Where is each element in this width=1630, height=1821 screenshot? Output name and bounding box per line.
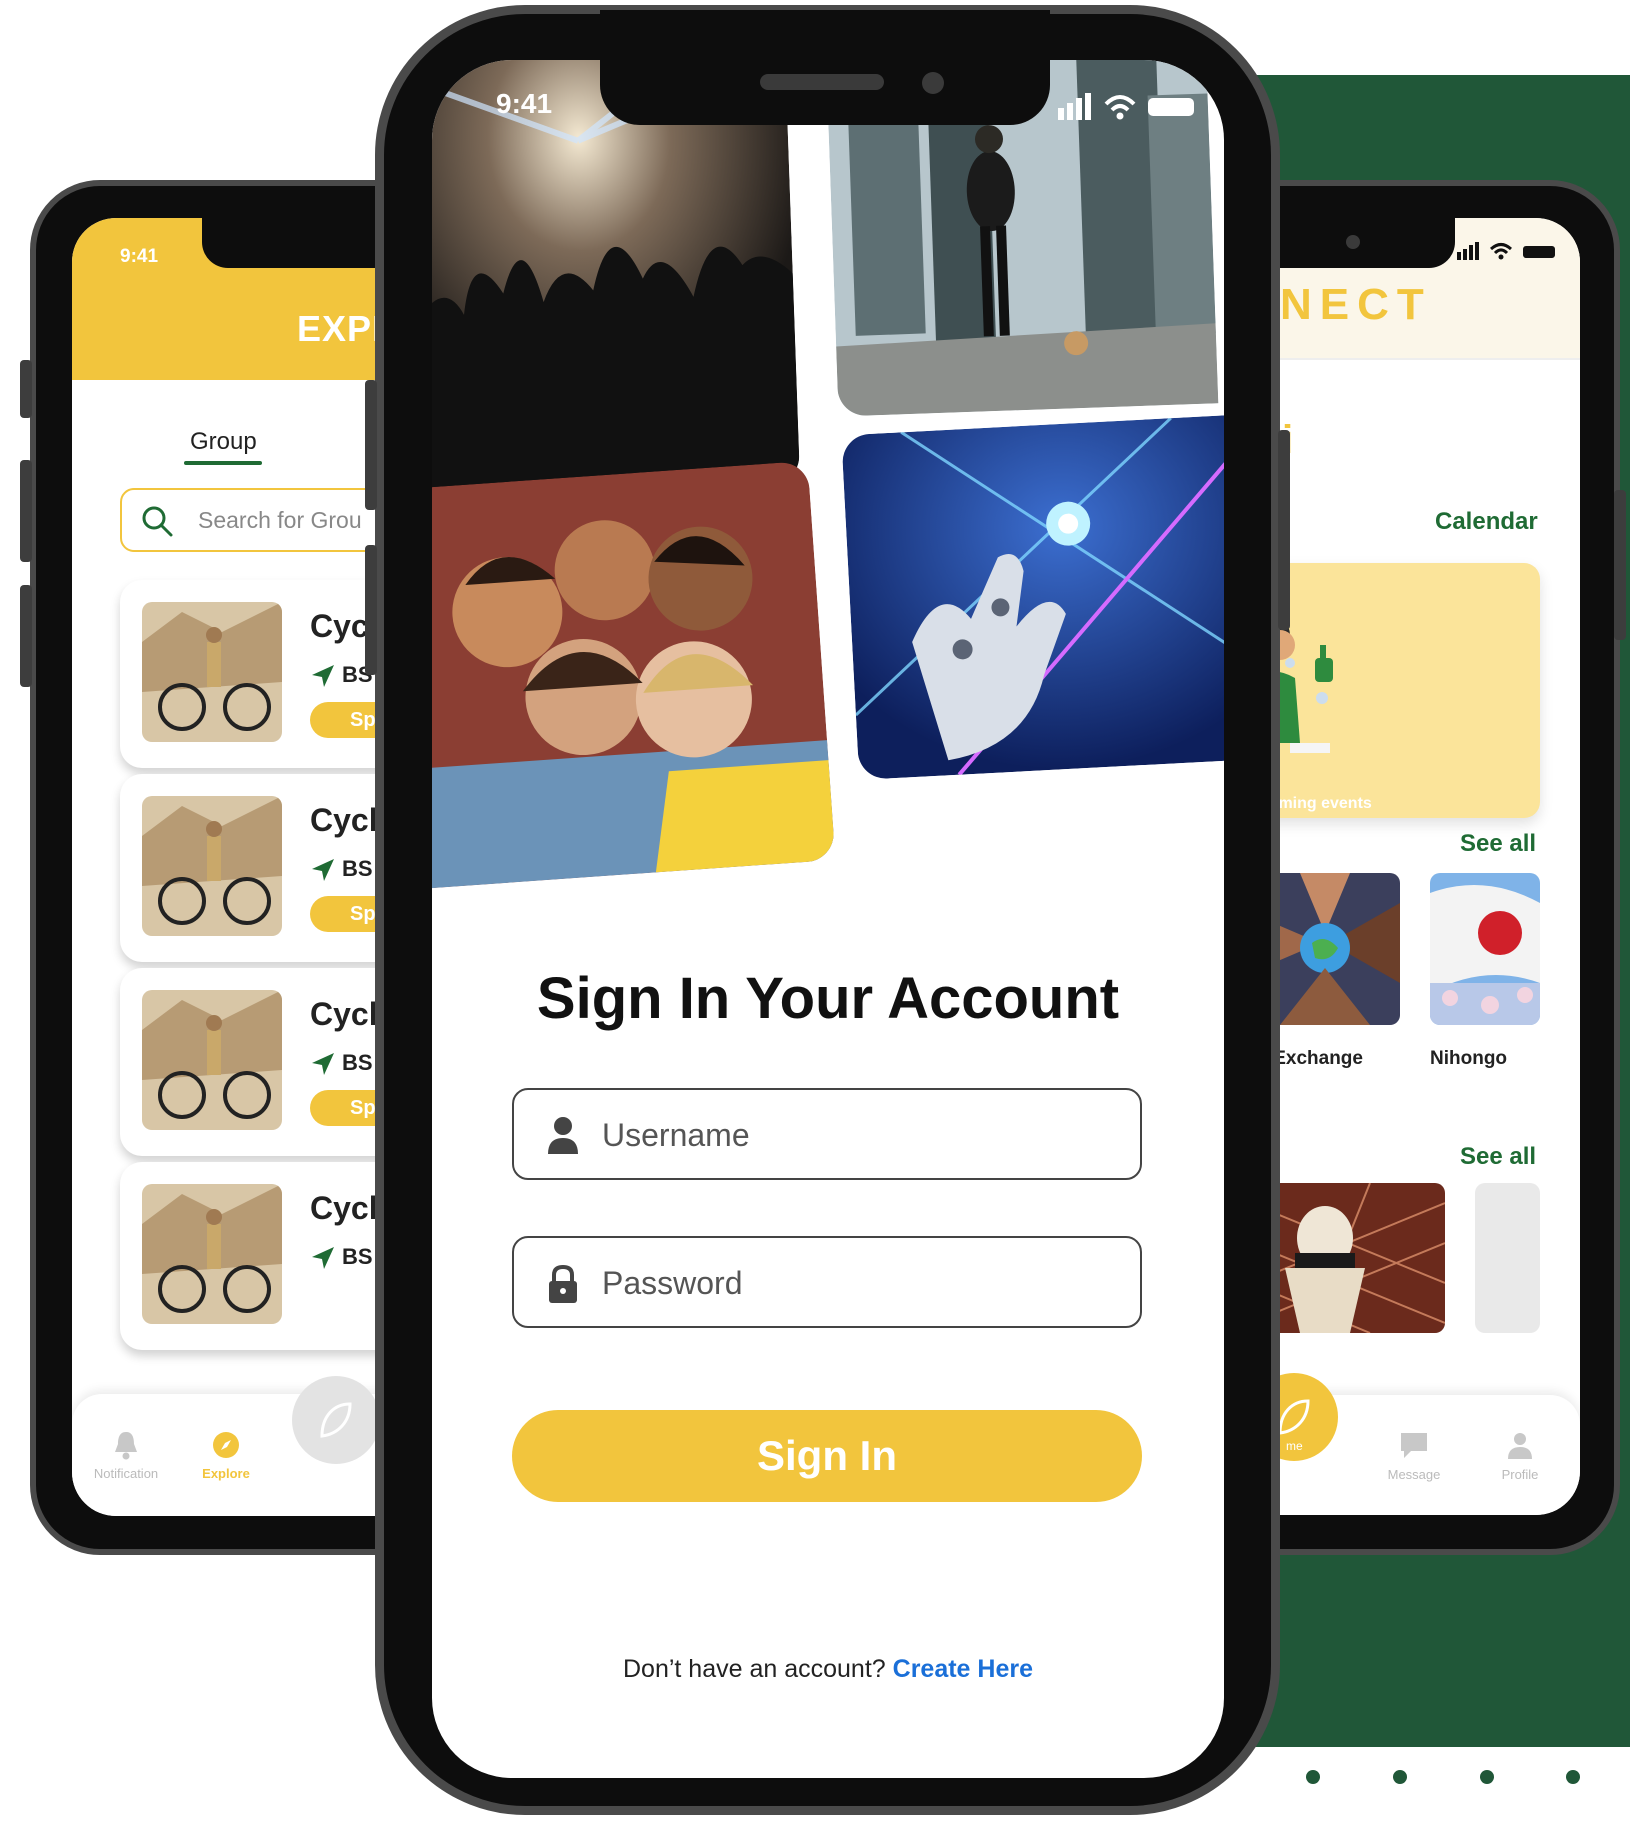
nihongo-thumb[interactable] bbox=[1430, 873, 1540, 1025]
see-all-link[interactable]: See all bbox=[1460, 830, 1536, 858]
phone-side-button bbox=[1278, 430, 1290, 630]
person-icon bbox=[1508, 1433, 1532, 1459]
phone-side-button bbox=[20, 585, 32, 687]
nav-label: Message bbox=[1387, 1467, 1441, 1482]
leaf-icon bbox=[1278, 1399, 1310, 1435]
create-account-link[interactable]: Create Here bbox=[893, 1655, 1033, 1683]
nav-home-button[interactable] bbox=[292, 1376, 380, 1464]
concert-photo bbox=[432, 60, 801, 497]
signup-prompt: Don’t have an account? Create Here bbox=[432, 1655, 1224, 1684]
phone-side-button bbox=[20, 360, 32, 418]
password-input[interactable] bbox=[600, 1256, 1114, 1310]
robot-hand-photo bbox=[841, 415, 1224, 780]
password-field[interactable] bbox=[512, 1236, 1142, 1328]
phone-side-button bbox=[1614, 490, 1626, 640]
group-location-text: BS bbox=[342, 856, 373, 881]
pager-dot bbox=[1393, 1770, 1407, 1784]
cycling-photo bbox=[142, 602, 282, 742]
nav-label: me bbox=[1286, 1439, 1303, 1453]
signup-prompt-text: Don’t have an account? bbox=[623, 1655, 886, 1683]
app-title: NECT bbox=[1280, 280, 1432, 329]
username-field[interactable] bbox=[512, 1088, 1142, 1180]
tab-group[interactable]: Group bbox=[190, 428, 257, 456]
chat-icon bbox=[1401, 1433, 1427, 1458]
front-camera bbox=[1346, 235, 1360, 249]
status-icons bbox=[1058, 93, 1194, 120]
cycling-photo bbox=[142, 1184, 282, 1324]
cycling-photo bbox=[142, 990, 282, 1130]
status-time: 9:41 bbox=[496, 88, 553, 119]
upcoming-events-card[interactable]: pcoming events bbox=[1250, 563, 1540, 818]
pager-dot bbox=[1480, 1770, 1494, 1784]
activity-thumb[interactable] bbox=[1475, 1183, 1540, 1333]
group-location-text: BS bbox=[342, 1244, 373, 1269]
nav-notification[interactable]: Notification bbox=[76, 1430, 176, 1481]
signin-screen: 9:41 Sign In Your Account Sign In Don’t … bbox=[432, 60, 1224, 1778]
nav-label: Explore bbox=[202, 1466, 250, 1481]
nav-explore[interactable]: Explore bbox=[176, 1430, 276, 1481]
group-location: BS bbox=[310, 1050, 373, 1077]
compass-icon bbox=[213, 1432, 239, 1458]
group-location-text: BS bbox=[342, 1050, 373, 1075]
search-icon bbox=[142, 506, 173, 537]
lock-icon bbox=[549, 1264, 577, 1303]
group-location: BS bbox=[310, 1244, 373, 1271]
pager-dots bbox=[1300, 1770, 1630, 1790]
nav-message[interactable]: Message bbox=[1364, 1431, 1464, 1482]
page-title: Sign In Your Account bbox=[536, 966, 1120, 1031]
front-camera bbox=[922, 72, 944, 94]
location-arrow-icon bbox=[312, 1053, 334, 1076]
group-location: BS bbox=[310, 856, 373, 883]
phone-side-button bbox=[365, 545, 377, 675]
location-arrow-icon bbox=[312, 859, 334, 882]
username-input[interactable] bbox=[600, 1108, 1114, 1162]
group-location: BS bbox=[310, 662, 373, 689]
thumb-label: Nihongo bbox=[1430, 1048, 1508, 1069]
search-placeholder: Search for Grou bbox=[198, 507, 362, 533]
friends-group-photo bbox=[432, 460, 836, 890]
bell-icon bbox=[115, 1432, 137, 1460]
location-arrow-icon bbox=[312, 1247, 334, 1270]
sign-in-button[interactable]: Sign In bbox=[512, 1410, 1142, 1502]
phone-speaker bbox=[760, 74, 884, 90]
phone-notch bbox=[600, 10, 1050, 125]
nav-profile[interactable]: Profile bbox=[1470, 1431, 1570, 1482]
phone-side-button bbox=[20, 460, 32, 562]
leaf-icon bbox=[320, 1402, 352, 1438]
nav-label: Profile bbox=[1501, 1467, 1539, 1482]
pager-dot bbox=[1566, 1770, 1580, 1784]
location-arrow-icon bbox=[312, 665, 334, 688]
user-icon bbox=[548, 1117, 578, 1154]
nav-label: Notification bbox=[93, 1466, 159, 1481]
calendar-link[interactable]: Calendar bbox=[1435, 508, 1538, 536]
see-all-link[interactable]: See all bbox=[1460, 1143, 1536, 1171]
phone-side-button bbox=[365, 380, 377, 510]
status-icons bbox=[1457, 242, 1555, 260]
tab-active-indicator bbox=[184, 461, 262, 465]
pager-dot bbox=[1306, 1770, 1320, 1784]
status-time: 9:41 bbox=[120, 246, 159, 267]
cycling-photo bbox=[142, 796, 282, 936]
